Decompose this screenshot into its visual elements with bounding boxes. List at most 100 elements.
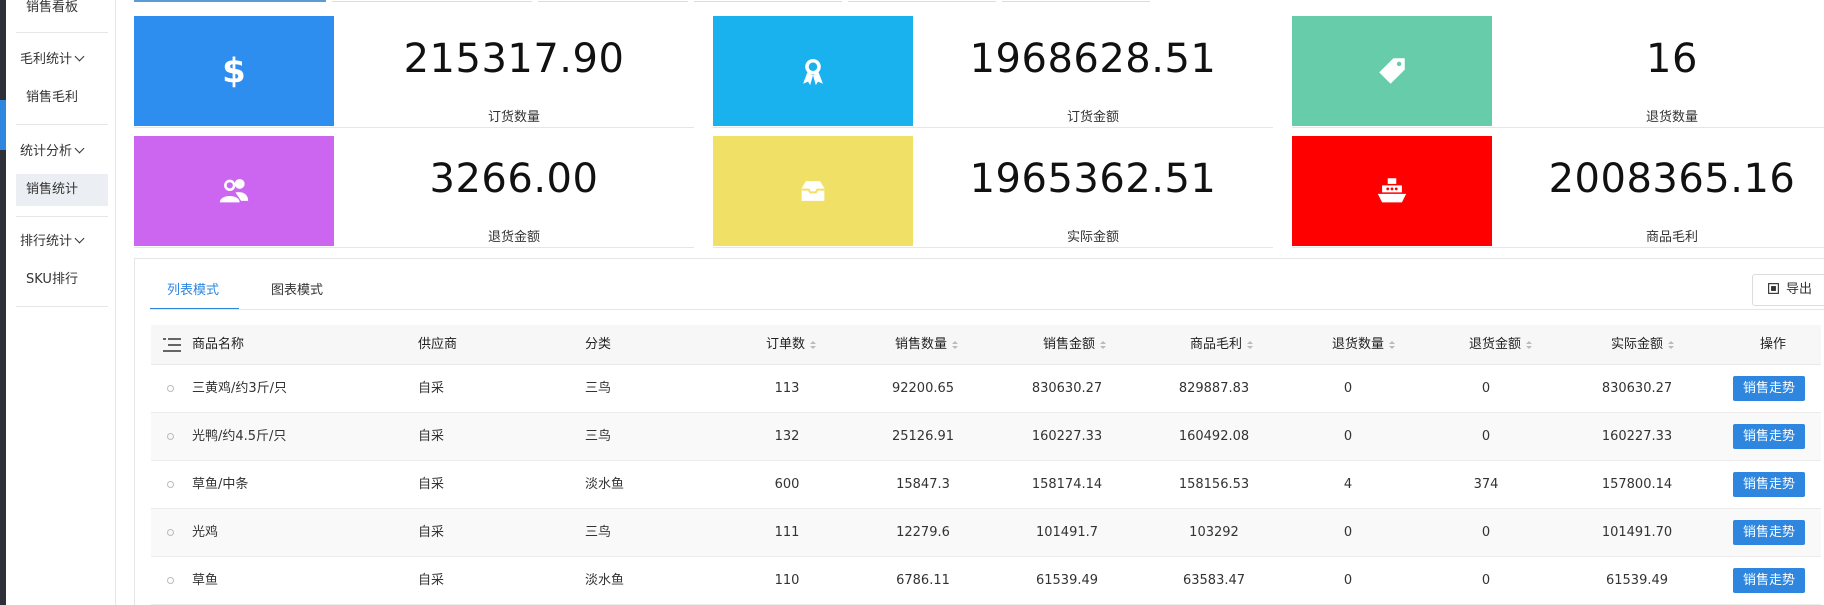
cell-order-count: 111 [774, 525, 800, 540]
cell-order-count: 132 [774, 429, 800, 444]
col-header-label: 订单数 [766, 337, 806, 352]
col-header-return-amount[interactable]: 退货金额 [1469, 325, 1533, 365]
tab-chart-mode[interactable]: 图表模式 [254, 272, 340, 310]
stat-card-value: 215317.90 [403, 36, 625, 82]
sort-icon[interactable] [1526, 341, 1533, 349]
sort-icon[interactable] [1247, 341, 1254, 349]
row-status-dot [167, 481, 174, 488]
ship-icon [1377, 178, 1407, 203]
sales-trend-button[interactable]: 销售走势 [1733, 568, 1805, 593]
inbox-icon [801, 181, 825, 201]
col-header-category: 分类 [585, 337, 612, 352]
col-header-product-name: 商品名称 [192, 337, 245, 352]
col-header-label: 销售金额 [1043, 337, 1096, 352]
cell-product-name: 草鱼/中条 [192, 477, 249, 492]
stat-card-icon-box [1292, 136, 1492, 246]
sort-icon[interactable] [1100, 341, 1107, 349]
stat-card-value: 3266.00 [429, 156, 599, 202]
award-icon [803, 58, 823, 86]
sort-icon[interactable] [1668, 341, 1675, 349]
export-label: 导出 [1786, 282, 1813, 297]
cell-category: 三鸟 [585, 381, 612, 396]
top-tab[interactable] [848, 0, 996, 2]
cell-product-name: 光鸡 [192, 525, 219, 540]
cell-return-amount: 374 [1473, 477, 1499, 492]
stat-card-actual-amount: 1965362.51 实际金额 [713, 136, 1273, 248]
cell-supplier: 自采 [418, 477, 445, 492]
cell-sales-amount: 61539.49 [1035, 573, 1099, 588]
sidebar-group-label: 排行统计 [20, 234, 73, 249]
cell-supplier: 自采 [418, 429, 445, 444]
cell-category: 淡水鱼 [585, 573, 625, 588]
cell-actual-amount: 160227.33 [1601, 429, 1673, 444]
sidebar-group-label: 毛利统计 [20, 52, 73, 67]
stat-card-icon-box [713, 16, 913, 126]
stat-card-label: 退货数量 [1645, 110, 1698, 125]
col-header-label: 销售数量 [895, 337, 948, 352]
sidebar-group-gross-profit[interactable]: 毛利统计 [16, 44, 108, 76]
col-header-return-quantity[interactable]: 退货数量 [1332, 325, 1396, 365]
stat-card-gross-profit: 2008365.16 商品毛利 [1292, 136, 1824, 248]
top-tab[interactable] [134, 0, 326, 2]
sidebar-group-statistics[interactable]: 统计分析 [16, 136, 108, 168]
top-tab[interactable] [694, 0, 842, 2]
column-menu-icon[interactable] [163, 338, 181, 352]
cell-return-amount: 0 [1481, 525, 1491, 540]
stat-card-value: 1965362.51 [969, 156, 1217, 202]
sort-icon[interactable] [1389, 341, 1396, 349]
cell-category: 三鸟 [585, 429, 612, 444]
sidebar-group-ranking[interactable]: 排行统计 [16, 226, 108, 258]
chevron-down-icon [74, 143, 85, 154]
table-row: 草鱼/中条 自采 淡水鱼 600 15847.3 158174.14 15815… [151, 461, 1821, 509]
cell-category: 淡水鱼 [585, 477, 625, 492]
stat-card-return-amount: 3266.00 退货金额 [134, 136, 694, 248]
stat-card-label: 退货金额 [487, 230, 540, 245]
top-tab[interactable] [1002, 0, 1150, 2]
stat-card-label: 商品毛利 [1645, 230, 1698, 245]
stat-card-icon-box [1292, 16, 1492, 126]
col-header-gross-profit[interactable]: 商品毛利 [1190, 325, 1254, 365]
sidebar-divider [16, 306, 108, 307]
tab-list-mode[interactable]: 列表模式 [150, 272, 239, 310]
dollar-icon: $ [222, 54, 246, 88]
sidebar-item-sku-ranking[interactable]: SKU排行 [16, 264, 108, 296]
cell-order-count: 113 [774, 381, 800, 396]
col-header-sales-amount[interactable]: 销售金额 [1043, 325, 1107, 365]
sort-icon[interactable] [810, 341, 817, 349]
svg-text:$: $ [222, 54, 246, 88]
sidebar-item-sales-board[interactable]: 销售看板 [16, 0, 108, 24]
cell-sales-quantity: 15847.3 [896, 477, 950, 492]
sales-trend-button[interactable]: 销售走势 [1733, 376, 1805, 401]
cell-supplier: 自采 [418, 573, 445, 588]
col-header-actual-amount[interactable]: 实际金额 [1611, 325, 1675, 365]
cell-return-quantity: 4 [1343, 477, 1353, 492]
cell-sales-amount: 830630.27 [1031, 381, 1103, 396]
sort-icon[interactable] [952, 341, 959, 349]
stat-card-icon-box [134, 136, 334, 246]
cell-actual-amount: 157800.14 [1601, 477, 1673, 492]
users-icon [219, 178, 249, 203]
top-tab[interactable] [332, 0, 532, 2]
cell-actual-amount: 61539.49 [1605, 573, 1669, 588]
stat-card-label: 订货数量 [487, 110, 540, 125]
table-row: 三黄鸡/约3斤/只 自采 三鸟 113 92200.65 830630.27 8… [151, 365, 1821, 413]
cell-return-quantity: 0 [1343, 429, 1353, 444]
cell-gross-profit: 160492.08 [1178, 429, 1250, 444]
cell-product-name: 草鱼 [192, 573, 219, 588]
sales-trend-button[interactable]: 销售走势 [1733, 424, 1805, 449]
top-tab[interactable] [538, 0, 688, 2]
cell-gross-profit: 158156.53 [1178, 477, 1250, 492]
stat-card-value: 16 [1646, 36, 1698, 82]
sidebar-item-sales-gross-profit[interactable]: 销售毛利 [16, 82, 108, 114]
col-header-order-count[interactable]: 订单数 [766, 325, 817, 365]
col-header-label: 实际金额 [1611, 337, 1664, 352]
sales-trend-button[interactable]: 销售走势 [1733, 472, 1805, 497]
cell-return-amount: 0 [1481, 381, 1491, 396]
cell-sales-quantity: 12279.6 [896, 525, 950, 540]
sidebar-item-sales-statistics[interactable]: 销售统计 [16, 174, 108, 206]
col-header-action: 操作 [1760, 337, 1787, 352]
sales-trend-button[interactable]: 销售走势 [1733, 520, 1805, 545]
export-button[interactable]: 导出 [1752, 274, 1824, 306]
col-header-sales-quantity[interactable]: 销售数量 [895, 325, 959, 365]
stat-card-label: 订货金额 [1066, 110, 1119, 125]
